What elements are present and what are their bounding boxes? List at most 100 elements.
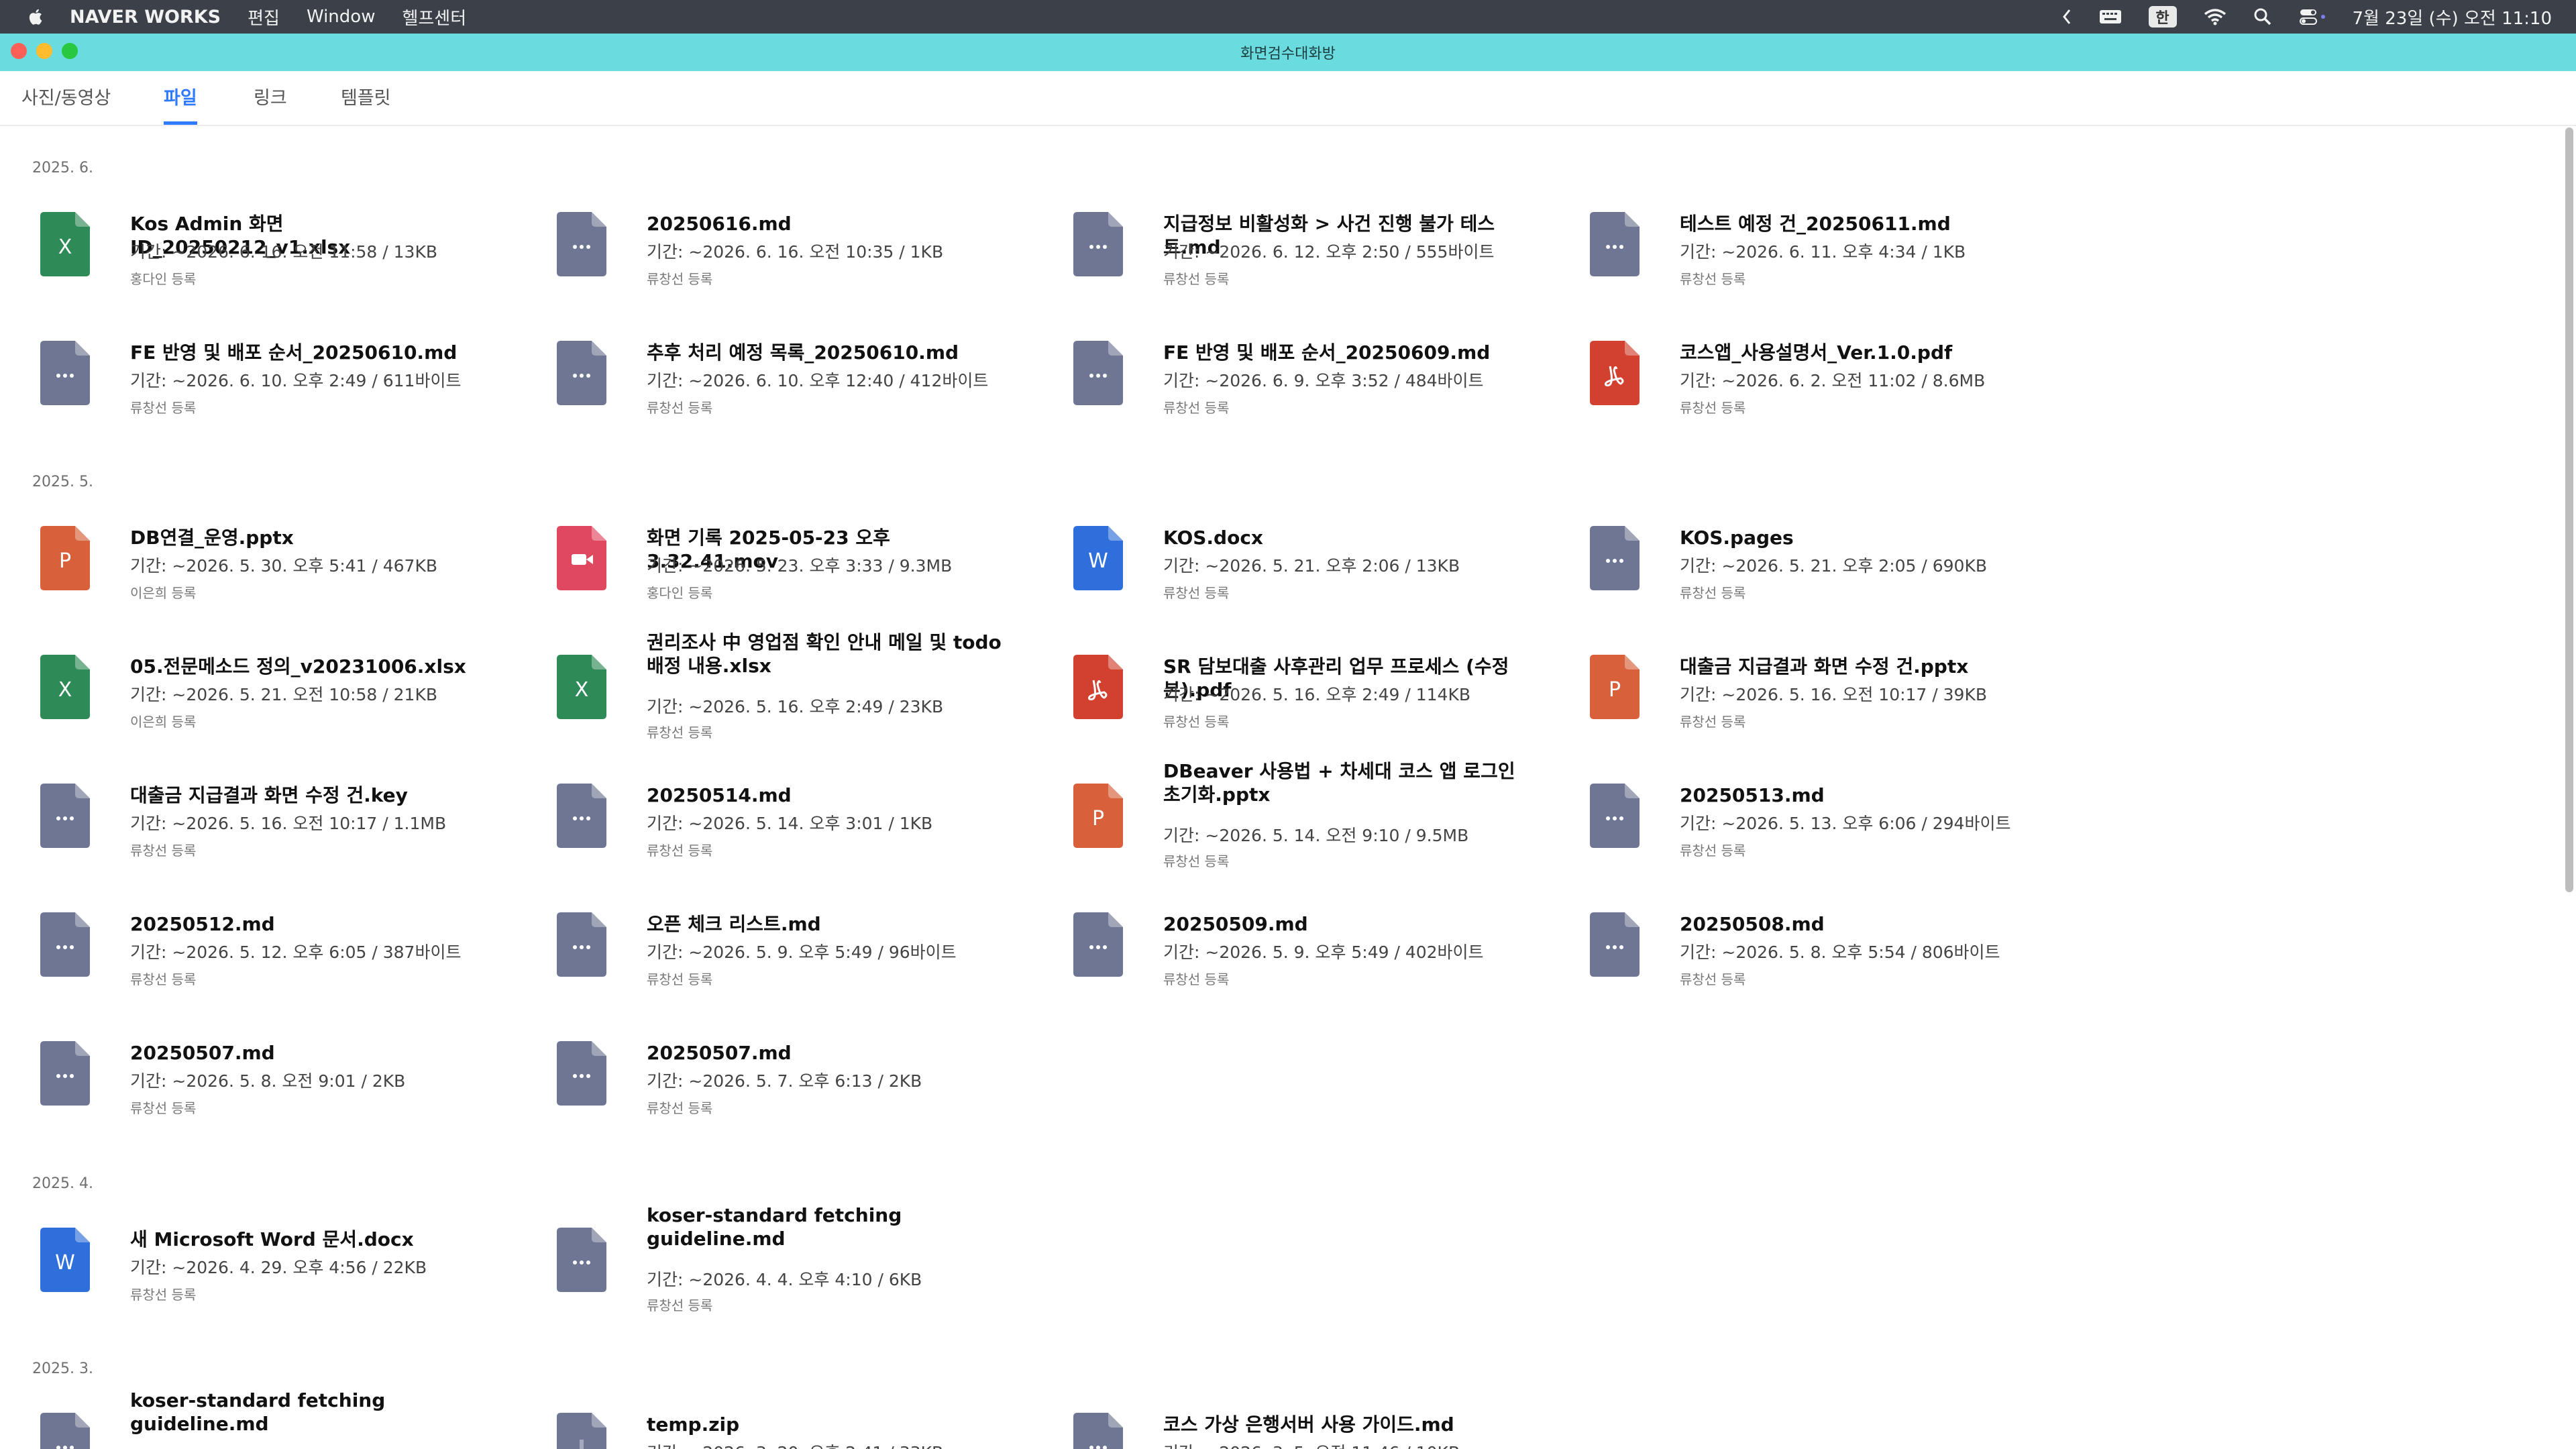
file-meta: 기간: ~2026. 5. 8. 오후 5:54 / 806바이트 <box>1680 943 2000 962</box>
file-item[interactable]: 20250507.md 기간: ~2026. 5. 7. 오후 6:13 / 2K… <box>550 1021 1046 1122</box>
file-owner: 류창선 등록 <box>130 843 197 859</box>
file-name[interactable]: FE 반영 및 배포 순서_20250609.md <box>1163 341 1539 364</box>
file-meta: 기간: ~2026. 6. 12. 오후 2:50 / 555바이트 <box>1163 242 1495 262</box>
file-meta: 기간: ~2026. 5. 23. 오후 3:33 / 9.3MB <box>647 556 953 576</box>
chevron-left-icon[interactable] <box>2061 8 2072 25</box>
file-item[interactable]: W KOS.docx 기간: ~2026. 5. 21. 오후 2:06 / 13K… <box>1067 506 1563 606</box>
file-name[interactable]: temp.zip <box>647 1413 1022 1436</box>
file-name[interactable]: DB연결_운영.pptx <box>130 526 506 549</box>
tab-files[interactable]: 파일 <box>164 83 197 125</box>
file-item[interactable]: 20250508.md 기간: ~2026. 5. 8. 오후 5:54 / 80… <box>1583 892 2080 993</box>
file-name[interactable]: 20250514.md <box>647 784 1022 807</box>
file-name[interactable]: koser-standard fetching guideline.md <box>130 1389 506 1436</box>
vertical-scrollbar[interactable] <box>2565 127 2573 892</box>
file-item[interactable]: 대출금 지급결과 화면 수정 건.key 기간: ~2026. 5. 16. 오전… <box>34 763 530 864</box>
file-name[interactable]: 코스앱_사용설명서_Ver.1.0.pdf <box>1680 341 2055 364</box>
file-meta: 기간: ~2026. 6. 9. 오후 3:52 / 484바이트 <box>1163 371 1484 390</box>
file-item[interactable]: 코스 가상 은행서버 사용 가이드.md 기간: ~2026. 3. 5. 오전 … <box>1067 1393 1563 1449</box>
file-item[interactable]: P DB연결_운영.pptx 기간: ~2026. 5. 30. 오후 5:41 /… <box>34 506 530 606</box>
file-name[interactable]: 새 Microsoft Word 문서.docx <box>130 1228 506 1251</box>
menu-edit[interactable]: 편집 <box>248 5 280 30</box>
file-item[interactable]: 20250512.md 기간: ~2026. 5. 12. 오후 6:05 / 3… <box>34 892 530 993</box>
file-item[interactable]: 20250616.md 기간: ~2026. 6. 16. 오전 10:35 / … <box>550 192 1046 292</box>
file-name[interactable]: KOS.pages <box>1680 526 2055 549</box>
file-name[interactable]: 20250616.md <box>647 212 1022 235</box>
control-center-icon[interactable] <box>2299 7 2328 26</box>
wifi-icon[interactable] <box>2204 8 2226 25</box>
file-name[interactable]: 권리조사 中 영업점 확인 안내 메일 및 todo 배정 내용.xlsx <box>647 631 1022 678</box>
file-item[interactable]: X 권리조사 中 영업점 확인 안내 메일 및 todo 배정 내용.xlsx 기간… <box>550 631 1046 741</box>
file-item[interactable]: koser-standard fetching guideline.md기간: … <box>550 1204 1046 1313</box>
menu-window[interactable]: Window <box>307 7 376 27</box>
powerpoint-file-icon: P <box>1590 655 1640 719</box>
file-name[interactable]: KOS.docx <box>1163 526 1539 549</box>
file-name[interactable]: koser-standard fetching guideline.md <box>647 1203 1022 1250</box>
file-owner: 류창선 등록 <box>1680 271 1746 287</box>
file-item[interactable]: 화면 기록 2025-05-23 오후 3.32.41.mov 기간: ~2026… <box>550 506 1046 606</box>
file-item[interactable]: FE 반영 및 배포 순서_20250609.md 기간: ~2026. 6. 9… <box>1067 321 1563 421</box>
close-window-button[interactable] <box>11 43 27 59</box>
zip-file-icon <box>557 1413 606 1449</box>
file-item[interactable]: 오픈 체크 리스트.md 기간: ~2026. 5. 9. 오후 5:49 / 9… <box>550 892 1046 993</box>
tab-photos-videos[interactable]: 사진/동영상 <box>21 83 111 125</box>
file-name[interactable]: 대출금 지급결과 화면 수정 건.key <box>130 784 506 807</box>
input-method-indicator[interactable]: 한 <box>2148 6 2177 28</box>
app-name-menu[interactable]: NAVER WORKS <box>70 7 221 28</box>
file-name[interactable]: 05.전문메소드 정의_v20231006.xlsx <box>130 655 506 678</box>
apple-logo-icon[interactable] <box>25 6 47 28</box>
file-item[interactable]: W 새 Microsoft Word 문서.docx 기간: ~2026. 4. 2… <box>34 1208 530 1308</box>
file-item[interactable]: X Kos Admin 화면 ID_20250212_v1.xlsx 기간: ~20… <box>34 192 530 292</box>
file-name[interactable]: 20250513.md <box>1680 784 2055 807</box>
file-item[interactable]: FE 반영 및 배포 순서_20250610.md 기간: ~2026. 6. 1… <box>34 321 530 421</box>
file-item[interactable]: temp.zip 기간: ~2026. 3. 20. 오후 2:41 / 33KB… <box>550 1393 1046 1449</box>
file-name[interactable]: 코스 가상 은행서버 사용 가이드.md <box>1163 1413 1539 1436</box>
file-item[interactable]: koser-standard fetching guideline.md기간: … <box>34 1389 530 1449</box>
file-item[interactable]: 추후 처리 예정 목록_20250610.md 기간: ~2026. 6. 10.… <box>550 321 1046 421</box>
file-item[interactable]: 20250509.md 기간: ~2026. 5. 9. 오후 5:49 / 40… <box>1067 892 1563 993</box>
tab-templates[interactable]: 템플릿 <box>341 83 391 125</box>
file-item[interactable]: X 05.전문메소드 정의_v20231006.xlsx 기간: ~2026. 5.… <box>34 635 530 735</box>
file-name[interactable]: DBeaver 사용법 + 차세대 코스 앱 로그인 초기화.pptx <box>1163 759 1539 806</box>
file-item[interactable]: SR 담보대출 사후관리 업무 프로세스 (수정본).pdf 기간: ~2026.… <box>1067 635 1563 735</box>
keyboard-icon[interactable] <box>2099 9 2122 25</box>
file-name[interactable]: FE 반영 및 배포 순서_20250610.md <box>130 341 506 364</box>
file-owner: 류창선 등록 <box>1163 400 1230 416</box>
file-name[interactable]: 20250509.md <box>1163 912 1539 936</box>
menubar-clock[interactable]: 7월 23일 (수) 오전 11:10 <box>2353 5 2553 30</box>
file-item[interactable]: 지급정보 비활성화 > 사건 진행 불가 테스트.md 기간: ~2026. 6.… <box>1067 192 1563 292</box>
window-title-bar[interactable]: 화면검수대화방 <box>0 34 2576 71</box>
file-meta: 기간: ~2026. 5. 9. 오후 5:49 / 402바이트 <box>1163 943 1484 962</box>
file-name[interactable]: 20250508.md <box>1680 912 2055 936</box>
file-item[interactable]: P DBeaver 사용법 + 차세대 코스 앱 로그인 초기화.pptx 기간: … <box>1067 760 1563 869</box>
file-item[interactable]: 테스트 예정 건_20250611.md 기간: ~2026. 6. 11. 오후… <box>1583 192 2080 292</box>
file-item[interactable]: KOS.pages 기간: ~2026. 5. 21. 오후 2:05 / 690… <box>1583 506 2080 606</box>
minimize-window-button[interactable] <box>36 43 52 59</box>
media-tabs: 사진/동영상 파일 링크 템플릿 <box>0 71 2576 126</box>
pdf-file-icon <box>1590 341 1640 405</box>
file-name[interactable]: 테스트 예정 건_20250611.md <box>1680 212 2055 235</box>
file-name[interactable]: 20250512.md <box>130 912 506 936</box>
file-item[interactable]: 20250514.md 기간: ~2026. 5. 14. 오후 3:01 / 1… <box>550 763 1046 864</box>
file-owner: 류창선 등록 <box>130 971 197 987</box>
month-section-label: 2025. 3. <box>32 1360 93 1377</box>
document-file-icon <box>1590 912 1640 977</box>
document-file-icon <box>557 1228 606 1292</box>
file-item[interactable]: P 대출금 지급결과 화면 수정 건.pptx 기간: ~2026. 5. 16. … <box>1583 635 2080 735</box>
file-name[interactable]: 오픈 체크 리스트.md <box>647 912 1022 936</box>
file-name[interactable]: 20250507.md <box>130 1041 506 1065</box>
file-item[interactable]: 코스앱_사용설명서_Ver.1.0.pdf 기간: ~2026. 6. 2. 오전… <box>1583 321 2080 421</box>
file-owner: 류창선 등록 <box>1163 271 1230 287</box>
file-item[interactable]: 20250507.md 기간: ~2026. 5. 8. 오전 9:01 / 2K… <box>34 1021 530 1122</box>
file-item[interactable]: 20250513.md 기간: ~2026. 5. 13. 오후 6:06 / 2… <box>1583 763 2080 864</box>
file-name[interactable]: 추후 처리 예정 목록_20250610.md <box>647 341 1022 364</box>
menu-help-center[interactable]: 헬프센터 <box>402 5 466 30</box>
file-owner: 류창선 등록 <box>1163 714 1230 730</box>
file-name[interactable]: 20250507.md <box>647 1041 1022 1065</box>
search-icon[interactable] <box>2253 7 2272 26</box>
file-name[interactable]: 대출금 지급결과 화면 수정 건.pptx <box>1680 655 2055 678</box>
tab-links[interactable]: 링크 <box>254 83 287 125</box>
file-owner: 류창선 등록 <box>1680 971 1746 987</box>
document-file-icon <box>1073 212 1123 276</box>
maximize-window-button[interactable] <box>62 43 78 59</box>
file-owner: 이은희 등록 <box>130 714 197 730</box>
